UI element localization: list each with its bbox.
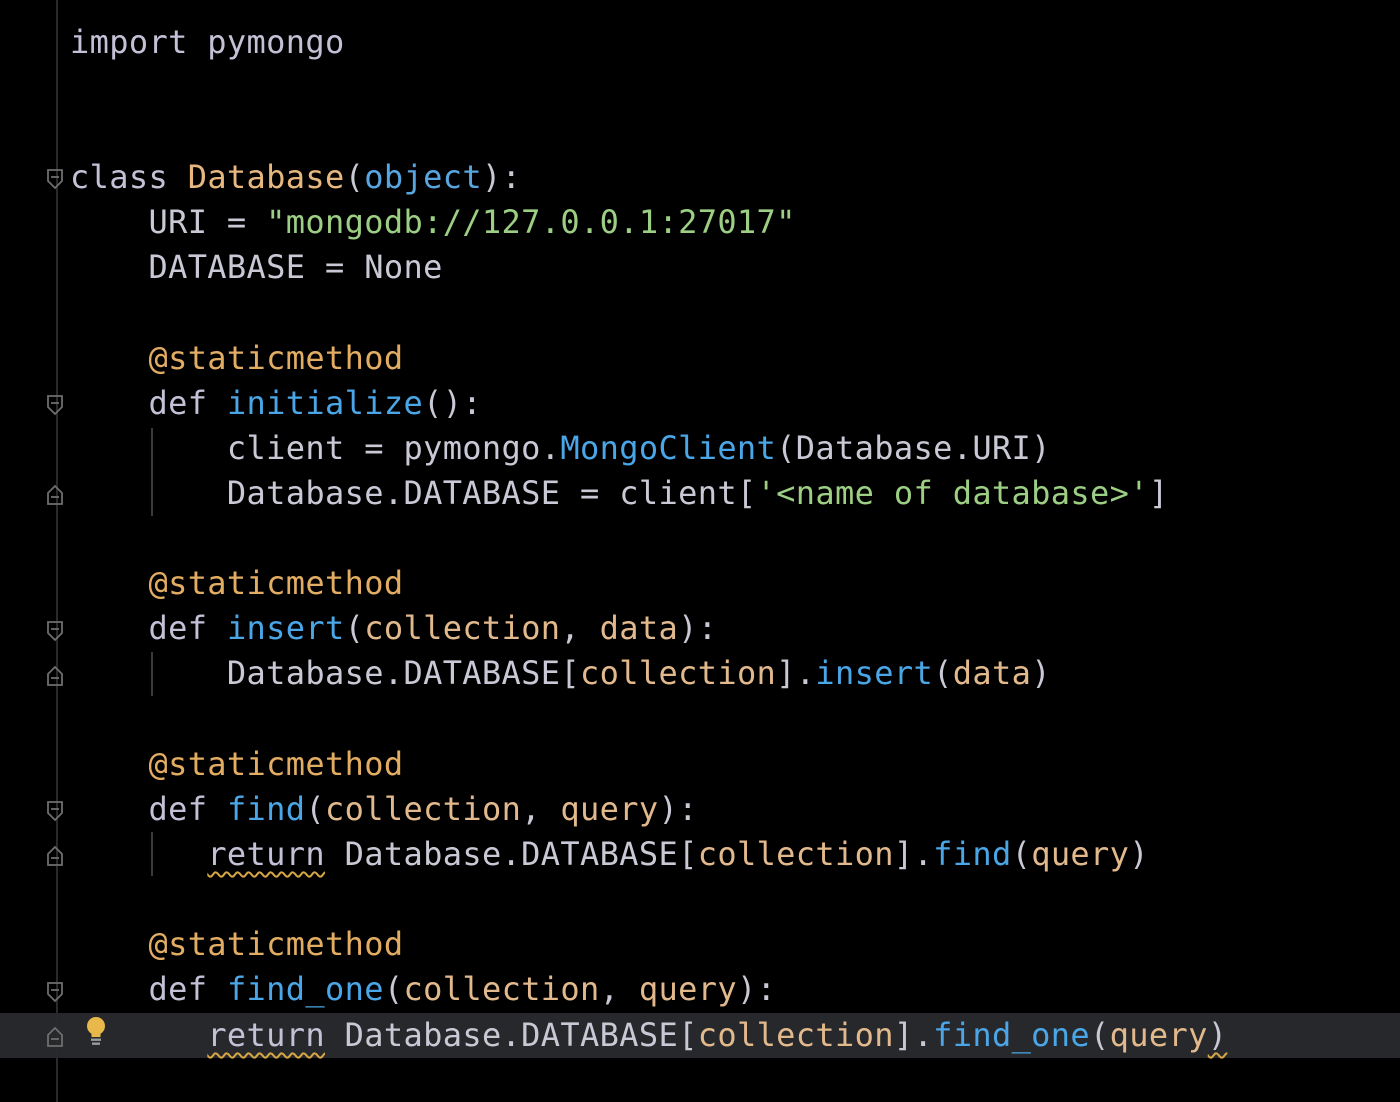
function-name-token: find_one: [933, 1016, 1091, 1054]
punctuation-token: (: [933, 654, 953, 692]
keyword-token: def: [70, 970, 227, 1008]
punctuation-token: (: [344, 158, 365, 196]
code-token: ].: [893, 1016, 934, 1054]
class-name-token: Database: [187, 158, 345, 196]
code-line[interactable]: DATABASE = None: [70, 245, 443, 290]
code-line[interactable]: @staticmethod: [70, 922, 403, 967]
code-token: import pymongo: [70, 23, 345, 61]
decorator-token: @staticmethod: [70, 745, 404, 783]
fold-open-icon[interactable]: [46, 394, 64, 416]
string-token: "mongodb://127.0.0.1:27017": [266, 203, 796, 241]
punctuation-token: ): [1129, 835, 1149, 873]
parameter-token: collection: [580, 654, 777, 692]
fold-open-icon[interactable]: [46, 981, 64, 1003]
punctuation-token: ): [1031, 654, 1051, 692]
parameter-token: collection: [403, 970, 600, 1008]
keyword-token: return: [207, 1016, 326, 1054]
punctuation-token: (: [1011, 835, 1032, 873]
code-line[interactable]: @staticmethod: [70, 742, 403, 787]
fold-close-icon[interactable]: [46, 1026, 64, 1048]
punctuation-token: ():: [423, 384, 482, 422]
code-token: Database.DATABASE[: [325, 1016, 698, 1054]
code-token: ].: [893, 835, 934, 873]
fold-close-icon[interactable]: [46, 484, 64, 506]
code-token: ].: [776, 654, 816, 692]
code-line[interactable]: URI = "mongodb://127.0.0.1:27017": [70, 200, 796, 245]
punctuation-token: ):: [678, 609, 718, 647]
string-token: '<name of database>': [756, 474, 1149, 512]
code-line[interactable]: return Database.DATABASE[collection].fin…: [70, 1013, 1227, 1058]
gutter-separator: [56, 0, 58, 1102]
parameter-token: query: [1109, 1016, 1208, 1054]
parameter-token: query: [638, 970, 737, 1008]
punctuation-token: ,: [599, 970, 639, 1008]
code-line[interactable]: client = pymongo.MongoClient(Database.UR…: [70, 426, 1051, 471]
function-name-token: initialize: [226, 384, 424, 422]
decorator-token: @staticmethod: [70, 925, 404, 963]
code-token: Database.DATABASE[: [70, 654, 581, 692]
code-token: client = pymongo.: [70, 429, 561, 467]
code-line[interactable]: return Database.DATABASE[collection].fin…: [70, 832, 1149, 877]
punctuation-token: ):: [481, 158, 522, 196]
function-name-token: insert: [226, 609, 345, 647]
function-name-token: find: [226, 790, 306, 828]
code-token: Database.DATABASE = client[: [70, 474, 757, 512]
punctuation-token: ): [1207, 1016, 1228, 1054]
builtin-token: object: [364, 158, 482, 196]
punctuation-token: (: [344, 609, 365, 647]
parameter-token: data: [952, 654, 1032, 692]
punctuation-token: (: [305, 790, 326, 828]
code-line[interactable]: import pymongo: [70, 20, 345, 65]
code-line[interactable]: def find(collection, query):: [70, 787, 698, 832]
fold-open-icon[interactable]: [46, 168, 64, 190]
function-name-token: MongoClient: [560, 429, 777, 467]
function-name-token: insert: [815, 654, 934, 692]
code-line[interactable]: @staticmethod: [70, 336, 403, 381]
parameter-token: collection: [697, 835, 894, 873]
code-token: (Database.URI): [776, 429, 1051, 467]
punctuation-token: ,: [521, 790, 561, 828]
parameter-token: query: [1031, 835, 1130, 873]
punctuation-token: ):: [736, 970, 777, 1008]
code-token: DATABASE = None: [70, 248, 443, 286]
code-token: URI =: [70, 203, 267, 241]
parameter-token: collection: [697, 1016, 894, 1054]
decorator-token: @staticmethod: [70, 339, 404, 377]
function-name-token: find_one: [226, 970, 384, 1008]
code-line[interactable]: class Database(object):: [70, 155, 521, 200]
punctuation-token: (: [383, 970, 404, 1008]
function-name-token: find: [933, 835, 1012, 873]
code-line[interactable]: @staticmethod: [70, 561, 403, 606]
fold-open-icon[interactable]: [46, 800, 64, 822]
fold-open-icon[interactable]: [46, 620, 64, 642]
fold-close-icon[interactable]: [46, 845, 64, 867]
code-line[interactable]: Database.DATABASE = client['<name of dat…: [70, 471, 1168, 516]
keyword-token: return: [207, 835, 326, 873]
decorator-token: @staticmethod: [70, 564, 404, 602]
code-editor[interactable]: import pymongo class Database(object): U…: [0, 0, 1400, 1102]
code-token: Database.DATABASE[: [325, 835, 698, 873]
keyword-token: def: [70, 790, 227, 828]
punctuation-token: (: [1090, 1016, 1110, 1054]
keyword-token: class: [70, 158, 188, 196]
code-line[interactable]: def insert(collection, data):: [70, 606, 717, 651]
fold-close-icon[interactable]: [46, 665, 64, 687]
parameter-token: query: [560, 790, 659, 828]
keyword-token: def: [70, 609, 227, 647]
parameter-token: data: [599, 609, 679, 647]
code-line[interactable]: def initialize():: [70, 381, 482, 426]
code-token: ]: [1148, 474, 1169, 512]
parameter-token: collection: [325, 790, 522, 828]
keyword-token: def: [70, 384, 227, 422]
parameter-token: collection: [364, 609, 561, 647]
code-line[interactable]: def find_one(collection, query):: [70, 967, 776, 1012]
punctuation-token: ):: [658, 790, 698, 828]
code-line[interactable]: Database.DATABASE[collection].insert(dat…: [70, 651, 1051, 696]
punctuation-token: ,: [560, 609, 600, 647]
